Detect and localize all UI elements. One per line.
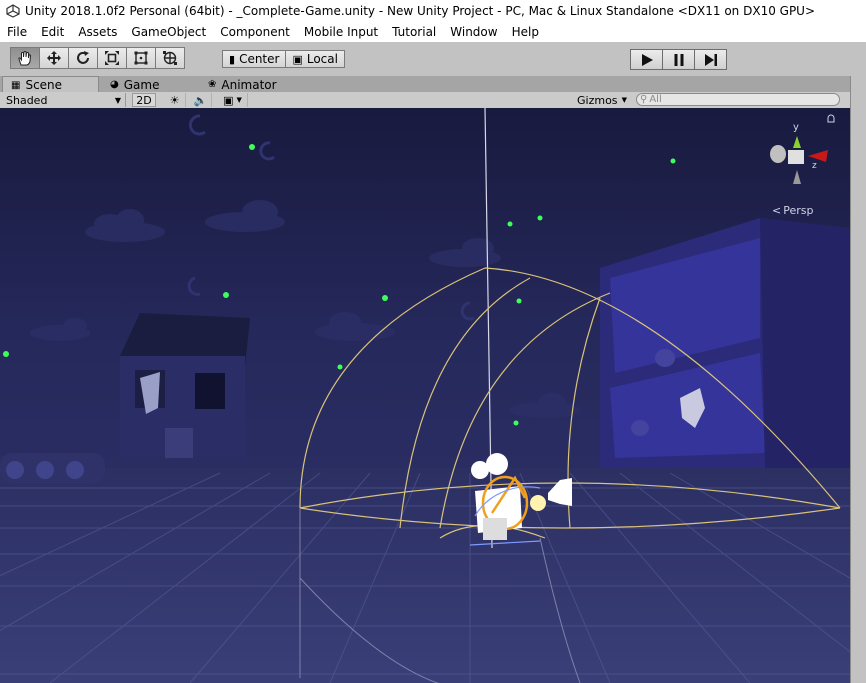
menu-gameobject[interactable]: GameObject [124, 25, 213, 39]
space-local-button[interactable]: ▣ Local [285, 50, 345, 68]
game-icon: ◕ [110, 79, 119, 90]
axis-z-label: z [812, 161, 817, 171]
scene-lighting-toggle[interactable]: ☀ [164, 93, 186, 107]
pivot-controls: ▮ Center ▣ Local [222, 50, 345, 68]
scene-effects-dropdown[interactable]: ▣ ▼ [218, 93, 248, 107]
scene-icon: ▦ [11, 79, 21, 91]
menu-file[interactable]: File [0, 25, 34, 39]
transform-tool-button[interactable] [155, 47, 185, 69]
draw-mode-label: Shaded [6, 93, 48, 107]
scene-view[interactable]: y z < Persp [0, 108, 850, 683]
space-local-label: Local [306, 52, 338, 66]
drawer-cabinet [600, 218, 850, 478]
tab-scene[interactable]: ▦ Scene [2, 76, 99, 93]
unity-logo-icon [6, 4, 20, 18]
dollhouse [120, 313, 250, 458]
pause-icon [674, 53, 683, 66]
step-icon [704, 53, 717, 66]
gizmos-dropdown[interactable]: Gizmos ▼ [577, 93, 627, 107]
move-tool-icon [47, 51, 61, 65]
pivot-icon: ▮ [229, 52, 236, 66]
axis-y-label: y [793, 122, 799, 133]
window-title: Unity 2018.1.0f2 Personal (64bit) - _Com… [25, 4, 816, 18]
playback-controls [630, 49, 727, 70]
play-icon [641, 53, 653, 66]
gizmos-label: Gizmos [577, 93, 618, 107]
play-button[interactable] [630, 49, 663, 70]
rotate-tool-button[interactable] [68, 47, 98, 69]
mode-2d-label: 2D [136, 93, 152, 107]
menu-window[interactable]: Window [443, 25, 504, 39]
search-icon: ⚲ [640, 94, 648, 105]
mode-2d-toggle[interactable]: 2D [132, 93, 156, 107]
sun-icon: ☀ [169, 93, 180, 107]
rotate-tool-icon [77, 51, 89, 64]
tab-game-label: Game [123, 77, 160, 92]
menu-edit[interactable]: Edit [34, 25, 71, 39]
pivot-center-button[interactable]: ▮ Center [222, 50, 287, 68]
menu-assets[interactable]: Assets [71, 25, 124, 39]
main-toolbar: ▮ Center ▣ Local [0, 42, 866, 76]
image-icon: ▣ [223, 93, 234, 107]
chevron-down-icon: ▼ [114, 95, 121, 105]
transform-tool-icon [163, 51, 177, 65]
chevron-down-icon: ▼ [621, 96, 627, 104]
rect-tool-button[interactable] [126, 47, 156, 69]
animator-icon: ❀ [208, 79, 217, 90]
menu-component[interactable]: Component [213, 25, 297, 39]
scene-render: y z [0, 108, 850, 683]
tab-animator-label: Animator [221, 77, 277, 92]
speaker-icon: 🔈 [193, 93, 208, 107]
move-tool-button[interactable] [39, 47, 69, 69]
window-tabs: ▦ Scene ◕ Game ❀ Animator [0, 76, 850, 93]
scale-tool-button[interactable] [97, 47, 127, 69]
tab-game[interactable]: ◕ Game [102, 76, 198, 93]
rect-tool-icon [134, 51, 148, 65]
menu-help[interactable]: Help [505, 25, 546, 39]
search-placeholder: All [649, 94, 662, 105]
scene-search-input[interactable]: ⚲ All [636, 93, 840, 106]
scene-audio-toggle[interactable]: 🔈 [190, 93, 212, 107]
pause-button[interactable] [662, 49, 695, 70]
menu-mobile-input[interactable]: Mobile Input [297, 25, 385, 39]
pivot-center-label: Center [239, 52, 280, 66]
step-button[interactable] [694, 49, 727, 70]
tab-scene-label: Scene [25, 78, 63, 92]
menu-tutorial[interactable]: Tutorial [385, 25, 443, 39]
chevron-left-icon: < [772, 204, 782, 217]
projection-label: Persp [783, 204, 814, 217]
hand-tool-icon [18, 51, 32, 66]
local-space-icon: ▣ [292, 52, 303, 66]
right-panel-edge [850, 76, 866, 683]
draw-mode-dropdown[interactable]: Shaded ▼ [6, 93, 126, 107]
tab-animator[interactable]: ❀ Animator [200, 76, 300, 93]
transform-tools [10, 47, 185, 69]
toy-tank [0, 453, 105, 483]
scale-tool-icon [105, 51, 119, 65]
projection-toggle[interactable]: < Persp [772, 204, 813, 217]
scene-toolbar: Shaded ▼ 2D ☀ 🔈 ▣ ▼ Gizmos ▼ ⚲ All [0, 92, 850, 109]
menu-bar: File Edit Assets GameObject Component Mo… [0, 22, 866, 42]
hand-tool-button[interactable] [10, 47, 40, 69]
title-bar: Unity 2018.1.0f2 Personal (64bit) - _Com… [0, 0, 866, 22]
chevron-down-icon: ▼ [236, 96, 242, 104]
